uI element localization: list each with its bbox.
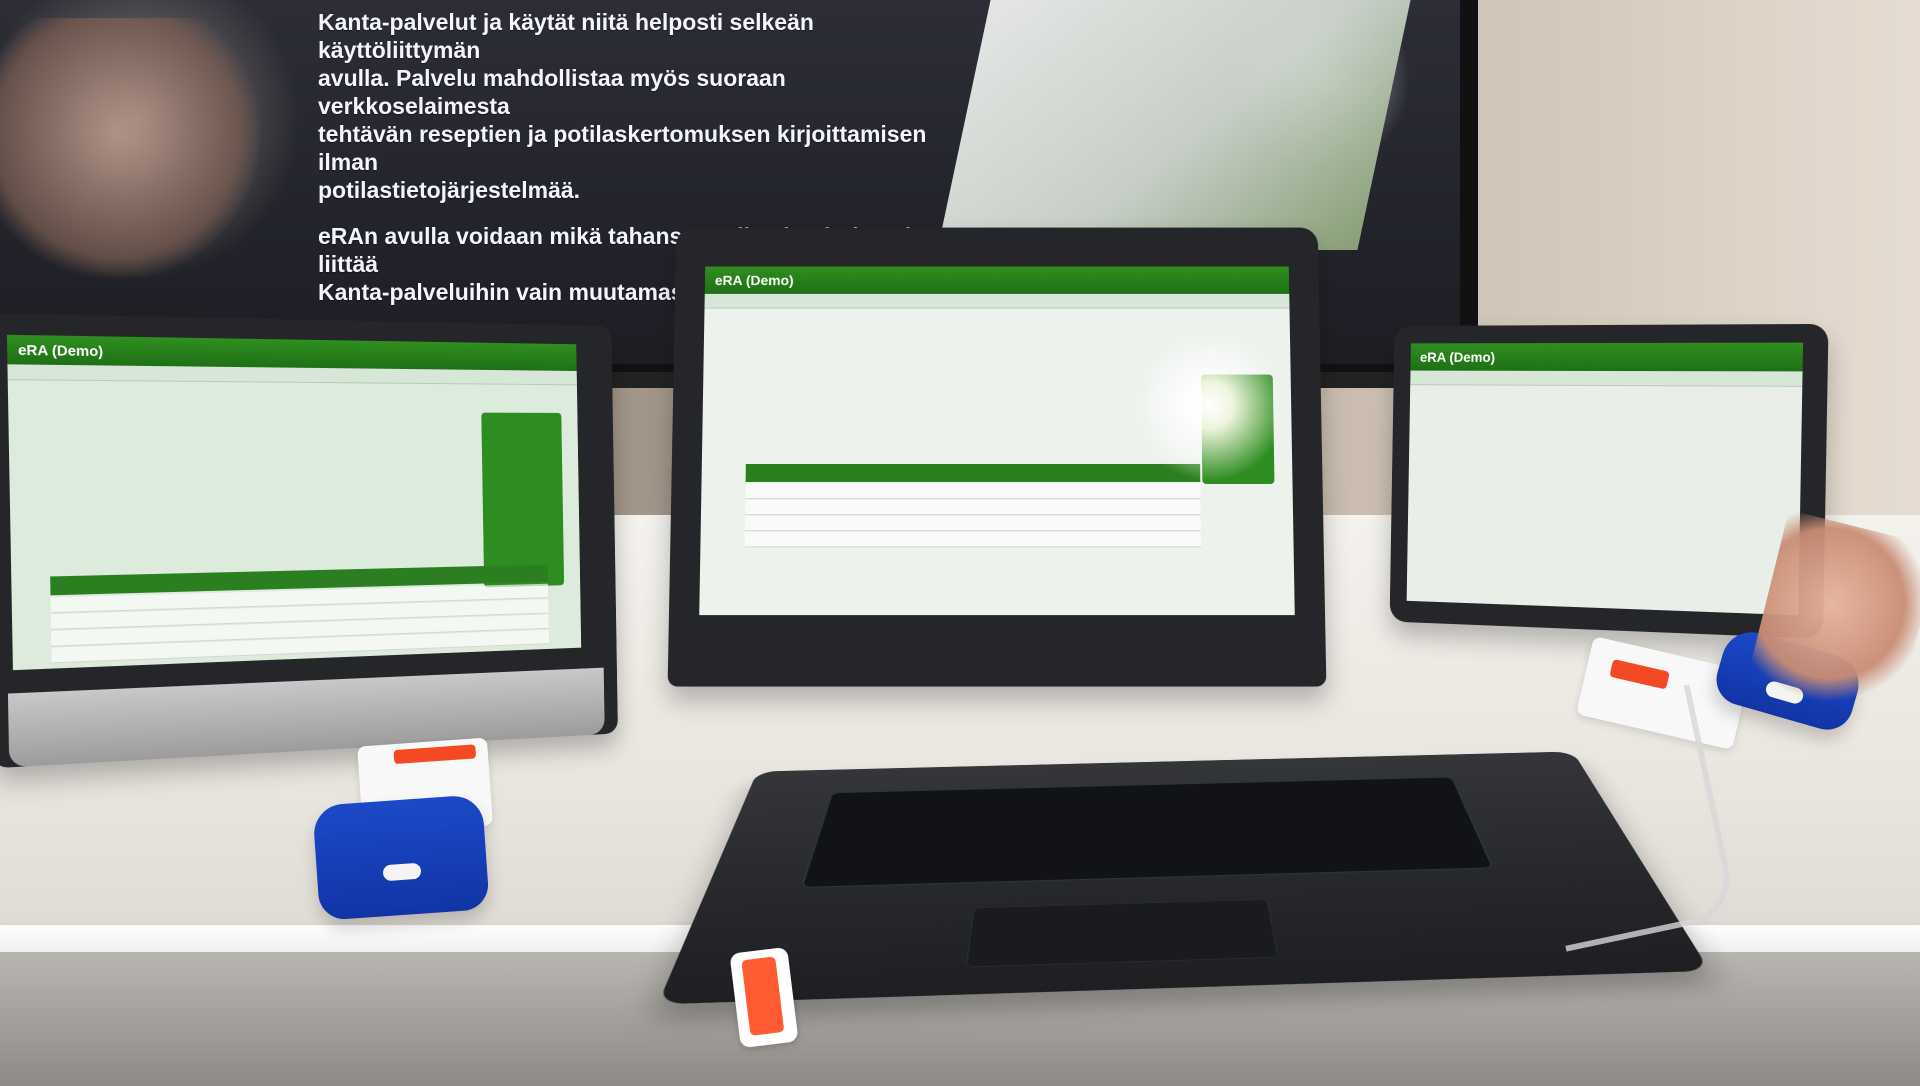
right-nav-strip: [1410, 370, 1803, 387]
laptop-nav-strip: [704, 293, 1290, 309]
display-text-line: potilastietojärjestelmää.: [318, 177, 581, 203]
display-paragraph-1: Kanta-palvelut ja käytät niitä helposti …: [318, 8, 958, 204]
display-text-line: tehtävän reseptien ja potilaskertomuksen…: [318, 121, 927, 175]
left-action-panel: [481, 412, 565, 588]
right-tablet-screen: eRA (Demo): [1406, 342, 1804, 616]
display-photo-document: [937, 0, 1411, 250]
right-tablet: eRA (Demo): [1389, 323, 1829, 639]
laptop-app-title: eRA (Demo): [714, 272, 794, 289]
right-app-header: eRA (Demo): [1410, 342, 1804, 372]
laptop-keyboard: [800, 776, 1495, 889]
left-app-title: eRA (Demo): [17, 341, 104, 360]
right-card-label: [1609, 658, 1670, 690]
laptop-table-row: [744, 532, 1202, 548]
front-sticker: [729, 946, 799, 1049]
left-tablet: eRA (Demo): [0, 313, 618, 769]
left-card-label: [393, 744, 477, 765]
sun-glare: [1120, 330, 1300, 480]
display-photo-hand: [0, 18, 260, 278]
laptop-touchpad: [965, 899, 1279, 968]
display-text-line: avulla. Palvelu mahdollistaa myös suoraa…: [318, 65, 786, 119]
display-text-line: Kanta-palvelut ja käytät niitä helposti …: [318, 9, 814, 63]
left-card-reader: [312, 794, 490, 921]
laptop-app-header: eRA (Demo): [704, 266, 1290, 294]
laptop-table-row: [744, 516, 1201, 532]
photo-scene: Kanta-palvelut ja käytät niitä helposti …: [0, 0, 1920, 1086]
right-app-title: eRA (Demo): [1419, 349, 1496, 365]
left-tablet-screen: eRA (Demo): [6, 334, 582, 671]
laptop-table-row: [745, 483, 1201, 500]
laptop-table-row: [745, 500, 1201, 516]
